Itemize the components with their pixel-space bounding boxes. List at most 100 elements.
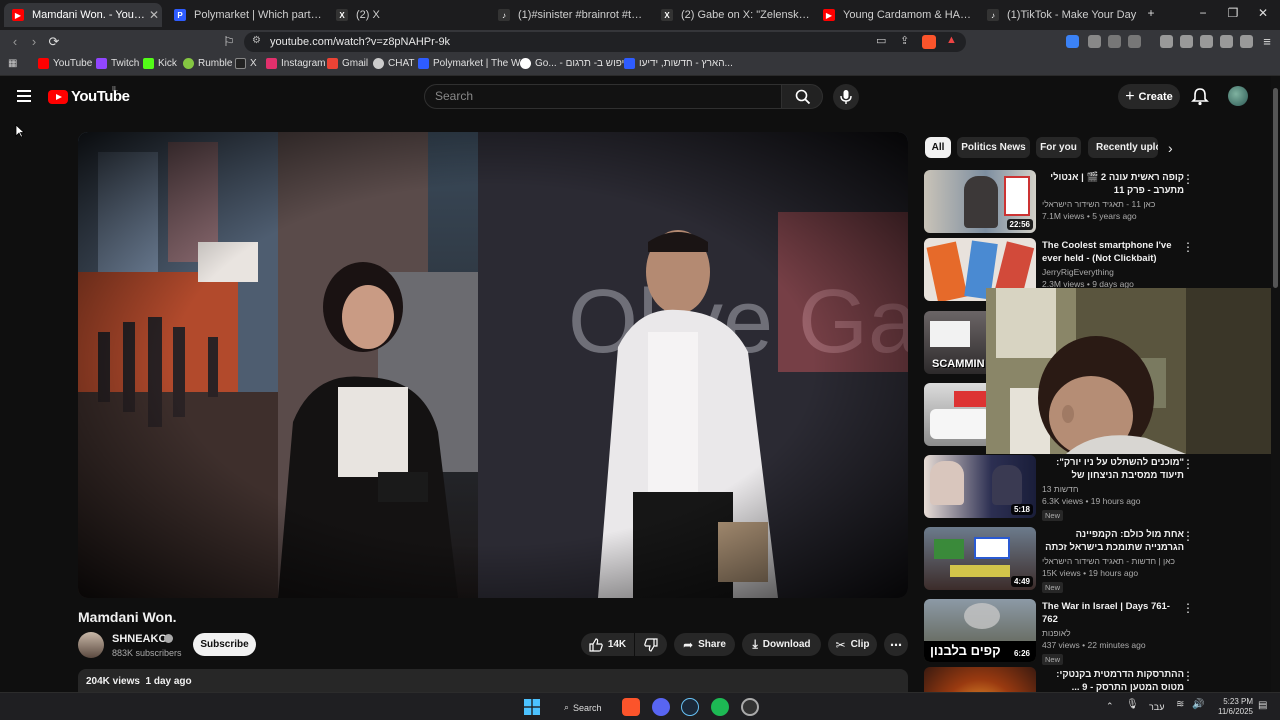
recommendation-title[interactable]: אחת מול כולם: הקמפיינה הגרמנייה שתומכת ב… [1042,528,1184,555]
puzzle-icon[interactable] [1108,35,1121,48]
chip-all[interactable]: All [925,137,951,158]
bookmark-haaretz[interactable]: הארץ - חדשות, ידיעו... [624,58,733,69]
recommendation-channel[interactable]: לאופנות [1042,628,1184,638]
taskbar-search[interactable]: ⌕ Search [556,698,612,717]
close-icon[interactable]: ✕ [146,8,162,22]
video-thumbnail[interactable]: 5:18 [924,455,1036,518]
chip-for-you[interactable]: For you [1036,137,1081,158]
recommendation-title[interactable]: The War in Israel | Days 761-762 [1042,600,1184,626]
recommendation-channel[interactable]: JerryRigEverything [1042,267,1184,277]
bookmark-gmail[interactable]: Gmail [327,58,368,69]
channel-name[interactable]: SHNEAKO [112,633,167,645]
sidebar-icon[interactable] [1180,35,1193,48]
brave-shield-icon[interactable] [922,35,936,49]
recommendation-item[interactable]: ההתרסקות הדרמטית בקנטקי: מטוס המטען התרס… [924,667,1264,692]
video-thumbnail[interactable]: 4:49 [924,527,1036,590]
bookmark-x[interactable]: X [235,58,257,69]
ai-icon[interactable] [1220,35,1233,48]
clock-time[interactable]: 5:23 PM [1219,697,1253,706]
maximize-button[interactable]: ❐ [1218,6,1248,20]
chip-recently-uploaded[interactable]: Recently uploaded [1088,137,1158,158]
subscribe-button[interactable]: Subscribe [193,633,256,656]
apps-grid-icon[interactable]: ▦ [8,58,17,69]
more-vertical-icon[interactable]: ⋮ [1182,601,1194,615]
clip-button[interactable]: ✂ Clip [828,633,877,656]
download-button[interactable]: ⤓ Download [742,633,821,656]
screenshot-icon[interactable] [1128,35,1141,48]
spotify-icon[interactable] [711,698,729,716]
video-thumbnail[interactable]: קפים בלבנון 6:26 [924,599,1036,662]
recommendation-channel[interactable]: כאן 11 - תאגיד השידור הישראלי [1042,199,1184,209]
steam-icon[interactable] [681,698,699,716]
minimize-button[interactable]: − [1188,6,1218,20]
reload-icon[interactable]: ⟳ [45,33,63,51]
back-icon[interactable]: ‹ [6,33,24,51]
recommendation-title[interactable]: ההתרסקות הדרמטית בקנטקי: מטוס המטען התרס… [1042,668,1184,692]
bookmark-twitch[interactable]: Twitch [96,58,139,69]
more-vertical-icon[interactable]: ⋮ [1182,172,1194,186]
wallet-icon[interactable] [1200,35,1213,48]
chevron-up-icon[interactable]: ⌃ [1106,701,1114,712]
chevron-right-icon[interactable]: › [1168,140,1173,156]
more-vertical-icon[interactable]: ⋮ [1182,457,1194,471]
menu-icon[interactable]: ≡ [1258,33,1276,51]
channel-avatar[interactable] [78,632,104,658]
url-field[interactable]: ⚙ youtube.com/watch?v=z8pNAHPr-9k ▭ ⇪ ▲ [244,32,966,52]
recommendation-item[interactable]: קפים בלבנון 6:26 The War in Israel | Day… [924,599,1264,665]
search-input[interactable]: Search [424,84,782,109]
brave-browser-icon[interactable] [622,698,640,716]
tab-polymarket[interactable]: P Polymarket | Which party will win the [166,3,324,27]
more-vertical-icon[interactable]: ⋮ [1182,529,1194,543]
clock-date[interactable]: 11/6/2025 [1212,707,1253,716]
rewards-icon[interactable]: ▲ [946,34,957,46]
page-scrollbar[interactable] [1271,76,1280,692]
new-tab-button[interactable]: + [1136,6,1166,20]
notification-icon[interactable]: ▤ [1258,700,1267,711]
cast-icon[interactable]: ▭ [876,34,886,47]
language-indicator[interactable]: עבר [1149,702,1164,712]
voice-search-button[interactable] [833,84,859,110]
user-avatar[interactable] [1228,86,1248,106]
chip-politics-news[interactable]: Politics News [957,137,1030,158]
volume-icon[interactable]: 🔊 [1192,699,1204,710]
video-thumbnail[interactable] [924,667,1036,692]
video-thumbnail[interactable]: 22:56 [924,170,1036,233]
music-icon[interactable] [1160,35,1173,48]
close-window-button[interactable]: ✕ [1248,6,1278,20]
recommendation-channel[interactable]: חדשות 13 [1042,484,1184,494]
forward-icon[interactable]: › [25,33,43,51]
share-button[interactable]: ➦ Share [674,633,735,656]
discord-icon[interactable] [652,698,670,716]
create-button[interactable]: + Create [1118,84,1180,109]
recommendation-item[interactable]: 22:56 קופה ראשית עונה 2 🎬 | אנטולי מתערב… [924,170,1264,234]
scrollbar-thumb[interactable] [1273,88,1278,288]
recommendation-channel[interactable]: כאן | חדשות - תאגיד השידור הישראלי [1042,556,1184,566]
search-button[interactable] [781,84,823,109]
site-info-icon[interactable]: ⚙ [252,35,261,46]
more-vertical-icon[interactable]: ⋮ [1182,669,1194,683]
vpn-icon[interactable] [1240,35,1253,48]
bookmark-icon[interactable]: ⚐ [220,33,238,51]
wifi-icon[interactable]: ≋ [1176,699,1184,710]
bookmark-chat[interactable]: CHAT [373,58,414,69]
extension-icon[interactable] [1066,35,1079,48]
like-button[interactable]: 14K [581,633,634,656]
shield-icon[interactable] [1088,35,1101,48]
recommendation-title[interactable]: The Coolest smartphone I've ever held - … [1042,239,1184,265]
tab-tiktok-1[interactable]: ♪ (1)#sinister #brainrot #tungtungtung [490,3,648,27]
bookmark-kick[interactable]: Kick [143,58,177,69]
settings-gear-icon[interactable] [741,698,759,716]
bookmark-google-translate[interactable]: Go... - חיפוש ב- תרגום [520,58,631,69]
notifications-bell-icon[interactable] [1190,87,1210,107]
windows-start-icon[interactable] [524,699,540,715]
recommendation-title[interactable]: קופה ראשית עונה 2 🎬 | אנטולי מתערב - פרק… [1042,171,1184,197]
more-actions-button[interactable]: ⋯ [884,633,908,656]
hamburger-menu-icon[interactable] [17,90,31,102]
recommendation-item[interactable]: 4:49 אחת מול כולם: הקמפיינה הגרמנייה שתו… [924,527,1264,593]
tab-youtube-active[interactable]: ▶ Mamdani Won. - YouTube ✕ [4,3,162,27]
recommendation-title[interactable]: "מוכנים להשתלט על ניו יורק": תיעוד ממסיב… [1042,456,1184,483]
more-vertical-icon[interactable]: ⋮ [1182,240,1194,254]
tab-youtube-kanda[interactable]: ▶ Young Cardamom & HAB - Kanda (C [815,3,973,27]
tab-x-gabe[interactable]: X (2) Gabe on X: "Zelensky's militants, [653,3,811,27]
bookmark-youtube[interactable]: YouTube [38,58,92,69]
